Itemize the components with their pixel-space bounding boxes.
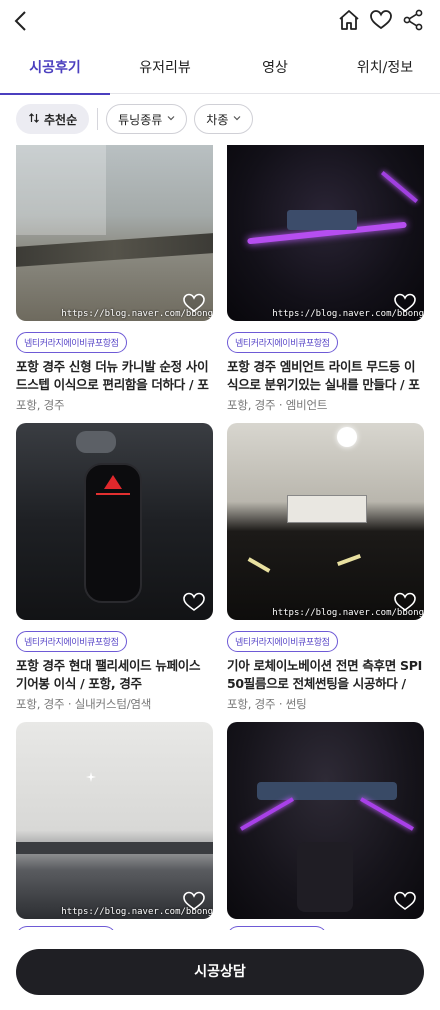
consultation-button[interactable]: 시공상담 <box>16 949 424 995</box>
car-type-filter[interactable]: 차종 <box>194 104 254 134</box>
heart-icon[interactable] <box>394 891 416 911</box>
post-thumbnail[interactable]: https://blog.naver.com/bbong <box>227 145 424 321</box>
post-card[interactable]: https://blog.naver.com/bbong <box>16 722 213 919</box>
post-meta: 포항, 경주 <box>16 398 65 412</box>
post-card[interactable] <box>227 722 424 919</box>
post-card[interactable]: https://blog.naver.com/bbong 넴티커라지에이비큐포항… <box>227 145 424 413</box>
post-meta: 포항, 경주 · 엠비언트 <box>227 398 328 412</box>
heart-icon[interactable] <box>183 293 205 313</box>
home-icon[interactable] <box>338 8 360 32</box>
tab-videos[interactable]: 영상 <box>220 44 330 94</box>
share-icon[interactable] <box>402 8 424 32</box>
post-thumbnail[interactable] <box>16 423 213 620</box>
post-title[interactable]: 포항 경주 현대 팰리세이드 뉴페이스 기어봉 이식 / 포항, 경주 <box>16 657 213 693</box>
post-thumbnail[interactable] <box>227 722 424 919</box>
shop-tag: 넴티커라지에이비큐포항점 <box>16 631 127 652</box>
chevron-down-icon <box>166 114 176 125</box>
tuning-type-filter[interactable]: 튜닝종류 <box>106 104 188 134</box>
post-thumbnail[interactable]: https://blog.naver.com/bbong <box>16 722 213 919</box>
car-type-label: 차종 <box>206 112 229 127</box>
post-thumbnail[interactable]: https://blog.naver.com/bbong <box>16 145 213 321</box>
post-meta: 포항, 경주 · 실내커스텀/염색 <box>16 697 152 711</box>
tab-location-info[interactable]: 위치/정보 <box>330 44 440 94</box>
top-bar <box>0 0 440 44</box>
post-card[interactable]: 넴티커라지에이비큐포항점 포항 경주 현대 팰리세이드 뉴페이스 기어봉 이식 … <box>16 423 213 712</box>
chevron-down-icon <box>232 114 242 125</box>
sort-button[interactable]: 추천순 <box>16 104 90 134</box>
post-thumbnail[interactable]: https://blog.naver.com/bbong <box>227 423 424 620</box>
post-card[interactable]: https://blog.naver.com/bbong 넴티커라지에이비큐포항… <box>16 145 213 413</box>
shop-tag: 넴티커라지에이비큐포항점 <box>16 332 127 353</box>
tab-construction-reviews[interactable]: 시공후기 <box>0 44 110 95</box>
tuning-type-label: 튜닝종류 <box>118 112 163 127</box>
heart-icon[interactable] <box>370 8 392 32</box>
tab-user-reviews[interactable]: 유저리뷰 <box>110 44 220 94</box>
sort-label: 추천순 <box>44 112 78 127</box>
post-title[interactable]: 기아 로체이노베이션 전면 측후면 SPI 50필름으로 전체썬팅을 시공하다 … <box>227 657 424 693</box>
sort-arrows-icon <box>28 112 40 127</box>
heart-icon[interactable] <box>183 592 205 612</box>
tab-bar: 시공후기 유저리뷰 영상 위치/정보 <box>0 44 440 95</box>
heart-icon[interactable] <box>394 592 416 612</box>
filter-bar: 추천순 튜닝종류 차종 <box>16 104 254 134</box>
post-title[interactable]: 포항 경주 엠비언트 라이트 무드등 이식으로 분위기있는 실내를 만들다 / … <box>227 358 424 394</box>
filter-divider <box>97 108 99 130</box>
shop-tag: 넴티커라지에이비큐포항점 <box>227 332 338 353</box>
post-meta: 포항, 경주 · 썬팅 <box>227 697 307 711</box>
shop-tag: 넴티커라지에이비큐포항점 <box>227 631 338 652</box>
chevron-left-icon[interactable] <box>8 6 36 36</box>
post-title[interactable]: 포항 경주 신형 더뉴 카니발 순정 사이드스텝 이식으로 편리함을 더하다 /… <box>16 358 213 394</box>
heart-icon[interactable] <box>183 891 205 911</box>
heart-icon[interactable] <box>394 293 416 313</box>
post-card[interactable]: https://blog.naver.com/bbong 넴티커라지에이비큐포항… <box>227 423 424 712</box>
